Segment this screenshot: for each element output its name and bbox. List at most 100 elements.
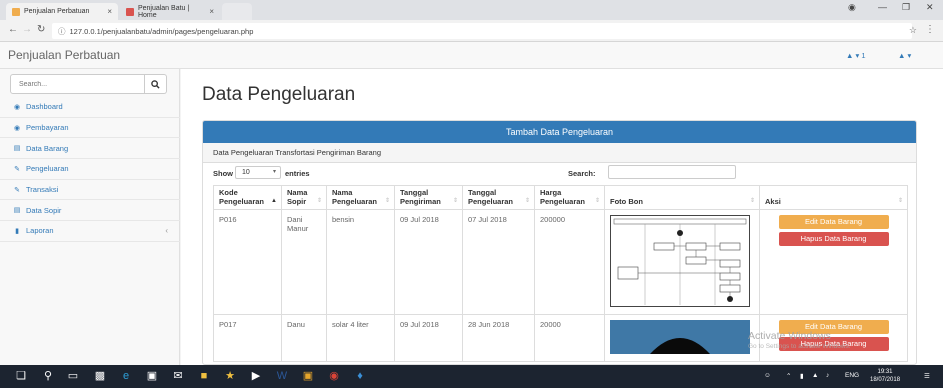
url-text: 127.0.0.1/penjualanbatu/admin/pages/peng… bbox=[69, 26, 254, 36]
column-header-sopir[interactable]: Nama Sopir ⇕ bbox=[281, 184, 327, 211]
sidebar-search-button[interactable] bbox=[145, 74, 167, 94]
search-icon[interactable]: ⚲ bbox=[41, 370, 55, 383]
notification-icon[interactable]: ☰ bbox=[924, 372, 930, 380]
page-length-select[interactable]: 10 ▾ bbox=[235, 166, 281, 179]
profile-icon[interactable]: ◉ bbox=[848, 2, 856, 13]
cell-foto-bon bbox=[604, 209, 760, 316]
dashboard-icon: ◉ bbox=[13, 103, 21, 111]
sidebar-item-transaksi[interactable]: ✎ Transaksi bbox=[0, 180, 180, 201]
tab-close-icon[interactable]: × bbox=[107, 7, 112, 16]
sidebar-item-laporan[interactable]: ▮ Laporan ‹ bbox=[0, 221, 180, 242]
forward-icon[interactable]: → bbox=[22, 24, 32, 35]
sidebar-item-label: Laporan bbox=[26, 226, 54, 236]
network-icon[interactable]: ▲ bbox=[812, 372, 818, 379]
app-icon[interactable]: ▩ bbox=[93, 370, 107, 383]
chrome-icon[interactable]: ◉ bbox=[327, 370, 341, 383]
page-title: Data Pengeluaran bbox=[202, 84, 356, 105]
file-explorer-icon[interactable]: ■ bbox=[197, 370, 211, 383]
user-alert-icon: ▲ bbox=[846, 51, 854, 60]
column-header-foto-bon[interactable]: Foto Bon ⇕ bbox=[604, 184, 760, 211]
edit-button[interactable]: Edit Data Barang bbox=[778, 215, 889, 230]
column-header-tanggal-pengiriman[interactable]: Tanggal Pengiriman ⇕ bbox=[394, 184, 463, 211]
taskbar-clock[interactable]: 19:31 18/07/2018 bbox=[870, 368, 900, 384]
sidebar-item-data-sopir[interactable]: ▤ Data Sopir bbox=[0, 200, 180, 222]
panel-subheading: Data Pengeluaran Transfortasi Pengiriman… bbox=[203, 143, 916, 163]
volume-icon[interactable]: ♪ bbox=[826, 372, 829, 379]
entries-label: entries bbox=[285, 169, 310, 178]
page-length-value: 10 bbox=[242, 169, 250, 176]
alerts-dropdown[interactable]: ▲ ▾ 1 bbox=[846, 51, 866, 60]
favicon-icon bbox=[126, 7, 134, 16]
edge-browser-icon[interactable]: e bbox=[119, 370, 133, 383]
new-tab-button[interactable] bbox=[222, 3, 252, 20]
column-header-harga[interactable]: Harga Pengeluaran ⇕ bbox=[534, 184, 605, 211]
browser-tab-active[interactable]: Penjualan Perbatuan × bbox=[6, 3, 118, 20]
minimize-icon[interactable]: — bbox=[878, 2, 887, 12]
tab-close-icon[interactable]: × bbox=[209, 7, 214, 16]
back-icon[interactable]: ← bbox=[8, 24, 18, 35]
language-indicator[interactable]: ENG bbox=[845, 372, 859, 379]
chevron-left-icon: ‹ bbox=[165, 226, 168, 236]
caret-down-icon: ▾ bbox=[855, 51, 860, 60]
sidebar-item-label: Data Barang bbox=[26, 143, 69, 153]
sort-icon: ⇕ bbox=[524, 198, 530, 205]
url-input[interactable]: ⓘ 127.0.0.1/penjualanbatu/admin/pages/pe… bbox=[52, 23, 912, 39]
app-brand[interactable]: Penjualan Perbatuan bbox=[8, 48, 120, 62]
search-icon bbox=[151, 79, 160, 89]
user-dropdown[interactable]: ▲ ▾ bbox=[898, 51, 911, 60]
sidebar-nav: ◉ Dashboard ◉ Pembayaran ▤ Data Barang ✎… bbox=[0, 97, 180, 242]
battery-icon[interactable]: ▮ bbox=[800, 372, 804, 380]
maximize-icon[interactable]: ❐ bbox=[902, 2, 910, 13]
sort-icon: ⇕ bbox=[897, 198, 903, 205]
close-window-icon[interactable]: ✕ bbox=[926, 2, 934, 13]
column-header-kode[interactable]: Kode Pengeluaran ▲ bbox=[213, 184, 282, 211]
info-icon: ⓘ bbox=[58, 26, 66, 36]
media-icon[interactable]: ▶ bbox=[249, 370, 263, 383]
star-app-icon[interactable]: ★ bbox=[223, 370, 237, 383]
cell-tanggal-pengiriman: 09 Jul 2018 bbox=[394, 209, 463, 316]
sidebar-item-label: Dashboard bbox=[26, 102, 63, 112]
sort-icon: ⇕ bbox=[384, 198, 390, 205]
chevron-up-icon[interactable]: ⌃ bbox=[786, 372, 791, 380]
task-view-icon[interactable]: ▭ bbox=[66, 370, 80, 383]
app-icon[interactable]: ▣ bbox=[301, 370, 315, 383]
reload-icon[interactable]: ↻ bbox=[37, 24, 45, 35]
sort-icon: ⇕ bbox=[452, 198, 458, 205]
cell-nama-pengeluaran: solar 4 liter bbox=[326, 314, 395, 363]
delete-button[interactable]: Hapus Data Barang bbox=[778, 232, 889, 247]
people-icon[interactable]: ☺ bbox=[764, 372, 771, 379]
column-header-tanggal-pengeluaran[interactable]: Tanggal Pengeluaran ⇕ bbox=[462, 184, 535, 211]
sidebar-search-input[interactable] bbox=[10, 74, 145, 94]
browser-menu-icon[interactable]: ⋮ bbox=[925, 24, 935, 35]
app-navbar: Penjualan Perbatuan ▲ ▾ 1 ▲ ▾ bbox=[0, 42, 943, 69]
sidebar-item-pengeluaran[interactable]: ✎ Pengeluaran bbox=[0, 159, 180, 180]
caret-down-icon: ▾ bbox=[907, 51, 912, 60]
cell-tanggal-pengeluaran: 07 Jul 2018 bbox=[462, 209, 535, 316]
sidebar-item-dashboard[interactable]: ◉ Dashboard bbox=[0, 97, 180, 118]
chevron-down-icon: ▾ bbox=[272, 169, 276, 175]
activate-windows-subtitle: Go to Settings to activate Windows. bbox=[748, 343, 851, 350]
clock-time: 19:31 bbox=[877, 369, 893, 375]
cell-tanggal-pengiriman: 09 Jul 2018 bbox=[394, 314, 463, 363]
table-search-input[interactable] bbox=[608, 165, 736, 179]
table-header-row: Kode Pengeluaran ▲ Nama Sopir ⇕ Nama Pen… bbox=[213, 184, 908, 211]
word-icon[interactable]: W bbox=[275, 370, 289, 383]
column-header-aksi[interactable]: Aksi ⇕ bbox=[759, 184, 908, 211]
windows-start-icon[interactable]: ❏ bbox=[14, 370, 28, 383]
bookmark-star-icon[interactable]: ☆ bbox=[909, 25, 917, 36]
add-pengeluaran-button[interactable]: Tambah Data Pengeluaran bbox=[203, 121, 916, 143]
browser-tab-bar: Penjualan Perbatuan × Penjualan Batu | H… bbox=[0, 0, 943, 20]
sidebar-item-data-barang[interactable]: ▤ Data Barang bbox=[0, 138, 180, 160]
browser-tab[interactable]: Penjualan Batu | Home × bbox=[120, 3, 220, 20]
receipt-photo-image[interactable] bbox=[610, 215, 750, 308]
app-icon[interactable]: ♦ bbox=[353, 370, 367, 383]
cell-nama-pengeluaran: bensin bbox=[326, 209, 395, 316]
receipt-photo-image[interactable] bbox=[610, 320, 750, 355]
sidebar-item-pembayaran[interactable]: ◉ Pembayaran bbox=[0, 118, 180, 139]
sort-asc-icon: ▲ bbox=[271, 198, 277, 205]
store-icon[interactable]: ▣ bbox=[145, 370, 159, 383]
mail-icon[interactable]: ✉ bbox=[171, 370, 185, 383]
dashboard-icon: ◉ bbox=[13, 124, 21, 132]
column-header-nama-pengeluaran[interactable]: Nama Pengeluaran ⇕ bbox=[326, 184, 395, 211]
table-icon: ▤ bbox=[13, 207, 21, 215]
